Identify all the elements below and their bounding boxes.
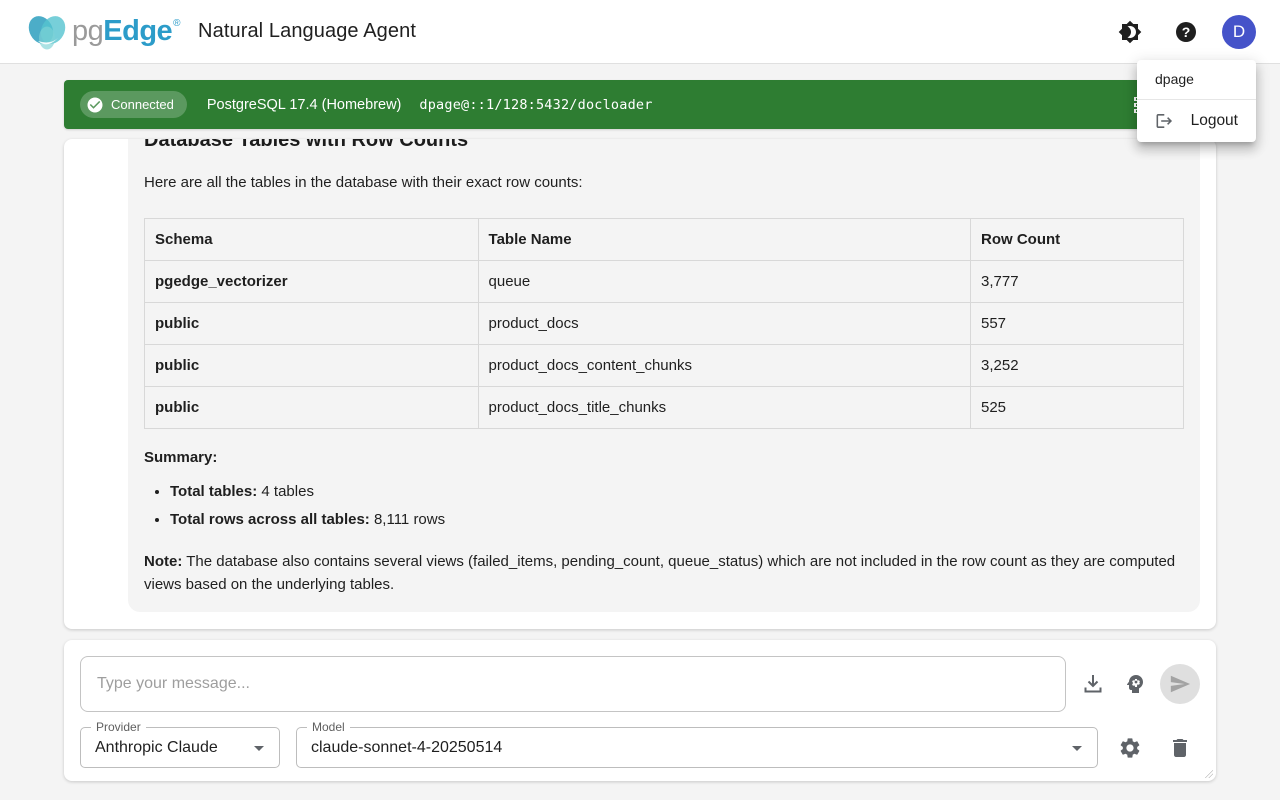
chevron-down-icon [1065, 736, 1089, 760]
composer-panel: Provider Anthropic Claude Model claude-s… [64, 640, 1216, 781]
download-button[interactable] [1072, 664, 1114, 704]
resize-handle[interactable] [1203, 768, 1213, 778]
summary-heading: Summary: [144, 449, 1184, 466]
composer-settings-row: Provider Anthropic Claude Model claude-s… [80, 727, 1200, 768]
download-icon [1081, 672, 1105, 696]
model-label: Model [307, 720, 350, 734]
note-paragraph: Note: The database also contains several… [144, 550, 1184, 597]
column-header: Table Name [478, 218, 970, 260]
settings-button[interactable] [1110, 728, 1150, 768]
server-version: PostgreSQL 17.4 (Homebrew) [207, 97, 402, 113]
table-header-row: Schema Table Name Row Count [145, 218, 1184, 260]
table-name-cell: product_docs_title_chunks [478, 386, 970, 428]
row-count-cell: 3,777 [971, 260, 1184, 302]
column-header: Schema [145, 218, 479, 260]
row-count-cell: 557 [971, 302, 1184, 344]
list-item: Total rows across all tables: 8,111 rows [170, 506, 1184, 534]
table-row: pgedge_vectorizer queue 3,777 [145, 260, 1184, 302]
send-icon [1169, 673, 1191, 695]
psychology-icon [1123, 672, 1147, 696]
table-name-cell: queue [478, 260, 970, 302]
assistant-message: Database Tables with Row Counts Here are… [128, 139, 1200, 612]
logout-label: Logout [1191, 112, 1238, 130]
connected-badge: Connected [80, 91, 187, 118]
logout-icon [1155, 111, 1174, 131]
row-counts-table: Schema Table Name Row Count pgedge_vecto… [144, 218, 1184, 429]
reasoning-button[interactable] [1114, 664, 1156, 704]
composer-input-row [80, 656, 1200, 712]
logout-menu-item[interactable]: Logout [1137, 100, 1256, 142]
message-heading: Database Tables with Row Counts [144, 139, 1184, 152]
clear-conversation-button[interactable] [1160, 728, 1200, 768]
schema-cell: pgedge_vectorizer [145, 260, 479, 302]
chevron-down-icon [247, 736, 271, 760]
connected-label: Connected [111, 97, 174, 112]
summary-list: Total tables: 4 tables Total rows across… [170, 478, 1184, 534]
page-title: Natural Language Agent [198, 20, 416, 43]
provider-value: Anthropic Claude [95, 739, 218, 757]
provider-label: Provider [91, 720, 146, 734]
trash-icon [1168, 736, 1192, 760]
pgedge-logo: pgEdge® [24, 11, 180, 53]
message-input[interactable] [80, 656, 1066, 712]
check-circle-icon [86, 96, 104, 114]
registered-mark: ® [173, 18, 180, 29]
schema-cell: public [145, 302, 479, 344]
table-name-cell: product_docs_content_chunks [478, 344, 970, 386]
row-count-cell: 525 [971, 386, 1184, 428]
pgedge-logo-mark [24, 11, 70, 53]
user-avatar-button[interactable]: D [1222, 15, 1256, 49]
model-select[interactable]: Model claude-sonnet-4-20250514 [296, 727, 1098, 768]
table-row: public product_docs 557 [145, 302, 1184, 344]
help-button[interactable]: ? [1166, 12, 1206, 52]
table-row: public product_docs_title_chunks 525 [145, 386, 1184, 428]
table-name-cell: product_docs [478, 302, 970, 344]
logo-text-edge: Edge [103, 15, 172, 47]
list-item: Total tables: 4 tables [170, 478, 1184, 506]
table-row: public product_docs_content_chunks 3,252 [145, 344, 1184, 386]
provider-select[interactable]: Provider Anthropic Claude [80, 727, 280, 768]
message-intro: Here are all the tables in the database … [144, 172, 1184, 194]
connection-string: dpage@::1/128:5432/docloader [419, 97, 652, 113]
menu-username: dpage [1137, 60, 1256, 99]
column-header: Row Count [971, 218, 1184, 260]
model-value: claude-sonnet-4-20250514 [311, 739, 502, 757]
header-actions: ? D [1110, 12, 1256, 52]
send-button[interactable] [1160, 664, 1200, 704]
logo-text-pg: pg [72, 15, 103, 47]
row-count-cell: 3,252 [971, 344, 1184, 386]
brightness-icon [1118, 20, 1142, 44]
help-icon: ? [1176, 22, 1196, 42]
schema-cell: public [145, 344, 479, 386]
theme-toggle-button[interactable] [1110, 12, 1150, 52]
user-menu: dpage Logout [1137, 60, 1256, 142]
connection-status-bar: Connected PostgreSQL 17.4 (Homebrew) dpa… [64, 80, 1216, 129]
app-header: pgEdge® Natural Language Agent ? D [0, 0, 1280, 64]
gear-icon [1118, 736, 1142, 760]
schema-cell: public [145, 386, 479, 428]
chat-history-panel[interactable]: Database Tables with Row Counts Here are… [64, 139, 1216, 629]
